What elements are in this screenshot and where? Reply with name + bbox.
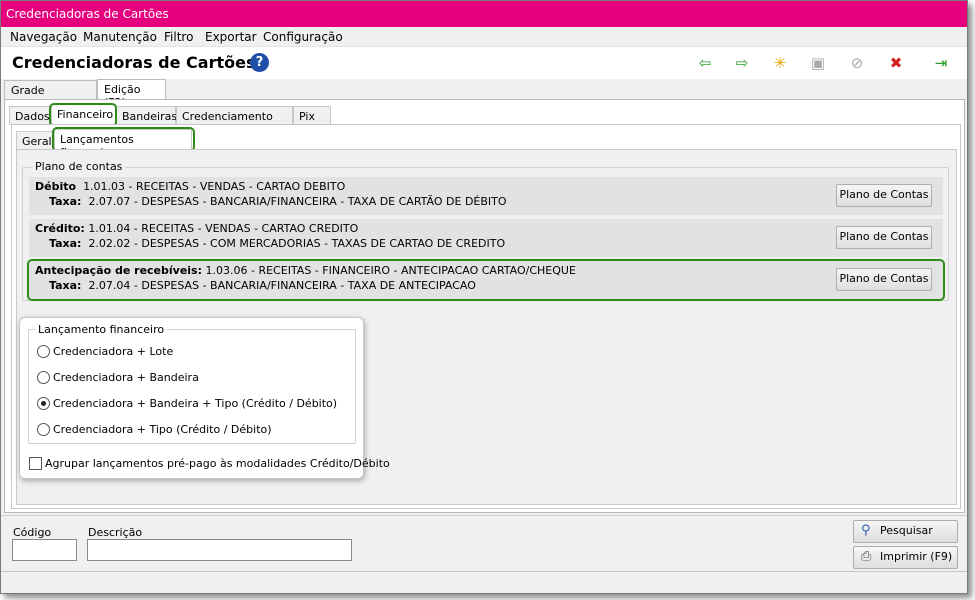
menu-bar: Navegação Manutenção Filtro Exportar Con… — [1, 27, 967, 47]
radio-credenciadora-bandeira-label: Credenciadora + Bandeira — [53, 371, 199, 384]
tab-pix[interactable]: Pix — [293, 106, 331, 125]
credito-tax-account: 2.02.02 - DESPESAS - COM MERCADORIAS - T… — [88, 237, 506, 250]
debito-tax-account: 2.07.07 - DESPESAS - BANCARIA/FINANCEIRA… — [88, 195, 507, 208]
new-record-icon[interactable]: ✳ — [770, 53, 790, 73]
codigo-input[interactable] — [12, 539, 77, 561]
plano-de-contas-debito-button[interactable]: Plano de Contas — [836, 184, 932, 207]
credito-tax-label: Taxa: — [49, 237, 82, 250]
tab-geral[interactable]: Geral — [16, 131, 54, 150]
radio-credenciadora-bandeira[interactable] — [37, 371, 50, 384]
exit-icon[interactable]: ⇥ — [931, 53, 951, 73]
radio-credenciadora-lote[interactable] — [37, 345, 50, 358]
lancamento-legend: Lançamento financeiro — [35, 323, 168, 336]
page-title: Credenciadoras de Cartões — [12, 53, 256, 72]
page-header: Credenciadoras de Cartões ? ⇦ ⇨ ✳ ▣ ⊘ ✖ … — [1, 47, 967, 79]
cancel-icon[interactable]: ⊘ — [847, 53, 867, 73]
radio-credenciadora-bandeira-tipo[interactable] — [37, 397, 50, 410]
app-window: Credenciadoras de Cartões Navegação Manu… — [0, 0, 968, 594]
printer-icon: ⎙ — [861, 549, 872, 564]
status-bar — [1, 571, 967, 593]
tab-lancamentos-financeiros[interactable]: Lançamentos financeiros — [54, 129, 192, 159]
descricao-label: Descrição — [88, 526, 143, 539]
search-icon: ⚲ — [861, 523, 871, 538]
view-tabs: Grade (Shift+F3) Edição (F2) — [1, 79, 967, 110]
imprimir-label: Imprimir (F9) — [880, 550, 953, 563]
tab-bandeiras[interactable]: Bandeiras — [116, 106, 177, 125]
agrupar-checkbox[interactable] — [29, 457, 42, 470]
menu-manutencao[interactable]: Manutenção — [83, 30, 157, 44]
antecipacao-label: Antecipação de recebíveis: — [35, 264, 203, 277]
plano-de-contas-credito-button[interactable]: Plano de Contas — [836, 226, 932, 249]
menu-navegacao[interactable]: Navegação — [10, 30, 77, 44]
antecipacao-account: 1.03.06 - RECEITAS - FINANCEIRO - ANTECI… — [205, 264, 576, 277]
edit-panel: Dados Financeiro Bandeiras Credenciament… — [4, 99, 965, 513]
tab-credenciamento-filiais[interactable]: Credenciamento filiais — [176, 106, 293, 136]
lancamento-callout: Lançamento financeiro Credenciadora + Lo… — [19, 317, 390, 479]
tab-grade[interactable]: Grade (Shift+F3) — [4, 80, 97, 110]
radio-credenciadora-bandeira-tipo-label: Credenciadora + Bandeira + Tipo (Crédito… — [53, 397, 338, 410]
arrow-left-icon[interactable]: ⇦ — [695, 53, 715, 73]
antecipacao-tax-label: Taxa: — [49, 279, 82, 292]
plano-row-antecipacao: Antecipação de recebíveis: 1.03.06 - REC… — [29, 261, 943, 299]
credito-account: 1.01.04 - RECEITAS - VENDAS - CARTAO CRE… — [88, 222, 359, 235]
debito-account: 1.01.03 - RECEITAS - VENDAS - CARTAO DEB… — [83, 180, 346, 193]
debito-label: Débito — [35, 180, 77, 193]
debito-tax-label: Taxa: — [49, 195, 82, 208]
search-panel: Código Descrição ⚲ Pesquisar (F3) ⎙ Impr… — [1, 515, 967, 571]
menu-exportar[interactable]: Exportar — [205, 30, 257, 44]
plano-de-contas-legend: Plano de contas — [32, 160, 126, 173]
menu-configuracao[interactable]: Configuração — [263, 30, 343, 44]
radio-credenciadora-tipo[interactable] — [37, 423, 50, 436]
credito-label: Crédito: — [35, 222, 85, 235]
title-bar: Credenciadoras de Cartões — [1, 1, 967, 27]
tab-financeiro[interactable]: Financeiro — [51, 104, 116, 125]
radio-credenciadora-lote-label: Credenciadora + Lote — [53, 345, 174, 358]
radio-credenciadora-tipo-label: Credenciadora + Tipo (Crédito / Débito) — [53, 423, 272, 436]
help-icon[interactable]: ? — [250, 53, 269, 72]
arrow-right-icon[interactable]: ⇨ — [732, 53, 752, 73]
menu-filtro[interactable]: Filtro — [164, 30, 193, 44]
plano-row-debito: Débito 1.01.03 - RECEITAS - VENDAS - CAR… — [29, 177, 943, 215]
plano-de-contas-antecipacao-button[interactable]: Plano de Contas — [836, 268, 932, 291]
lancamentos-panel: Plano de contas Débito 1.01.03 - RECEITA… — [16, 149, 957, 505]
imprimir-button[interactable]: ⎙ Imprimir (F9) — [853, 546, 958, 569]
agrupar-checkbox-label: Agrupar lançamentos pré-pago às modalida… — [45, 457, 390, 470]
tab-edicao[interactable]: Edição (F2) — [97, 79, 166, 109]
delete-icon[interactable]: ✖ — [886, 53, 906, 73]
codigo-label: Código — [13, 526, 52, 539]
antecipacao-tax-account: 2.07.04 - DESPESAS - BANCARIA/FINANCEIRA… — [88, 279, 476, 292]
plano-row-credito: Crédito: 1.01.04 - RECEITAS - VENDAS - C… — [29, 219, 943, 257]
descricao-input[interactable] — [87, 539, 352, 561]
save-icon[interactable]: ▣ — [808, 53, 828, 73]
pesquisar-button[interactable]: ⚲ Pesquisar (F3) — [853, 520, 958, 557]
window-title: Credenciadoras de Cartões — [6, 7, 169, 21]
tab-dados[interactable]: Dados — [9, 106, 51, 125]
